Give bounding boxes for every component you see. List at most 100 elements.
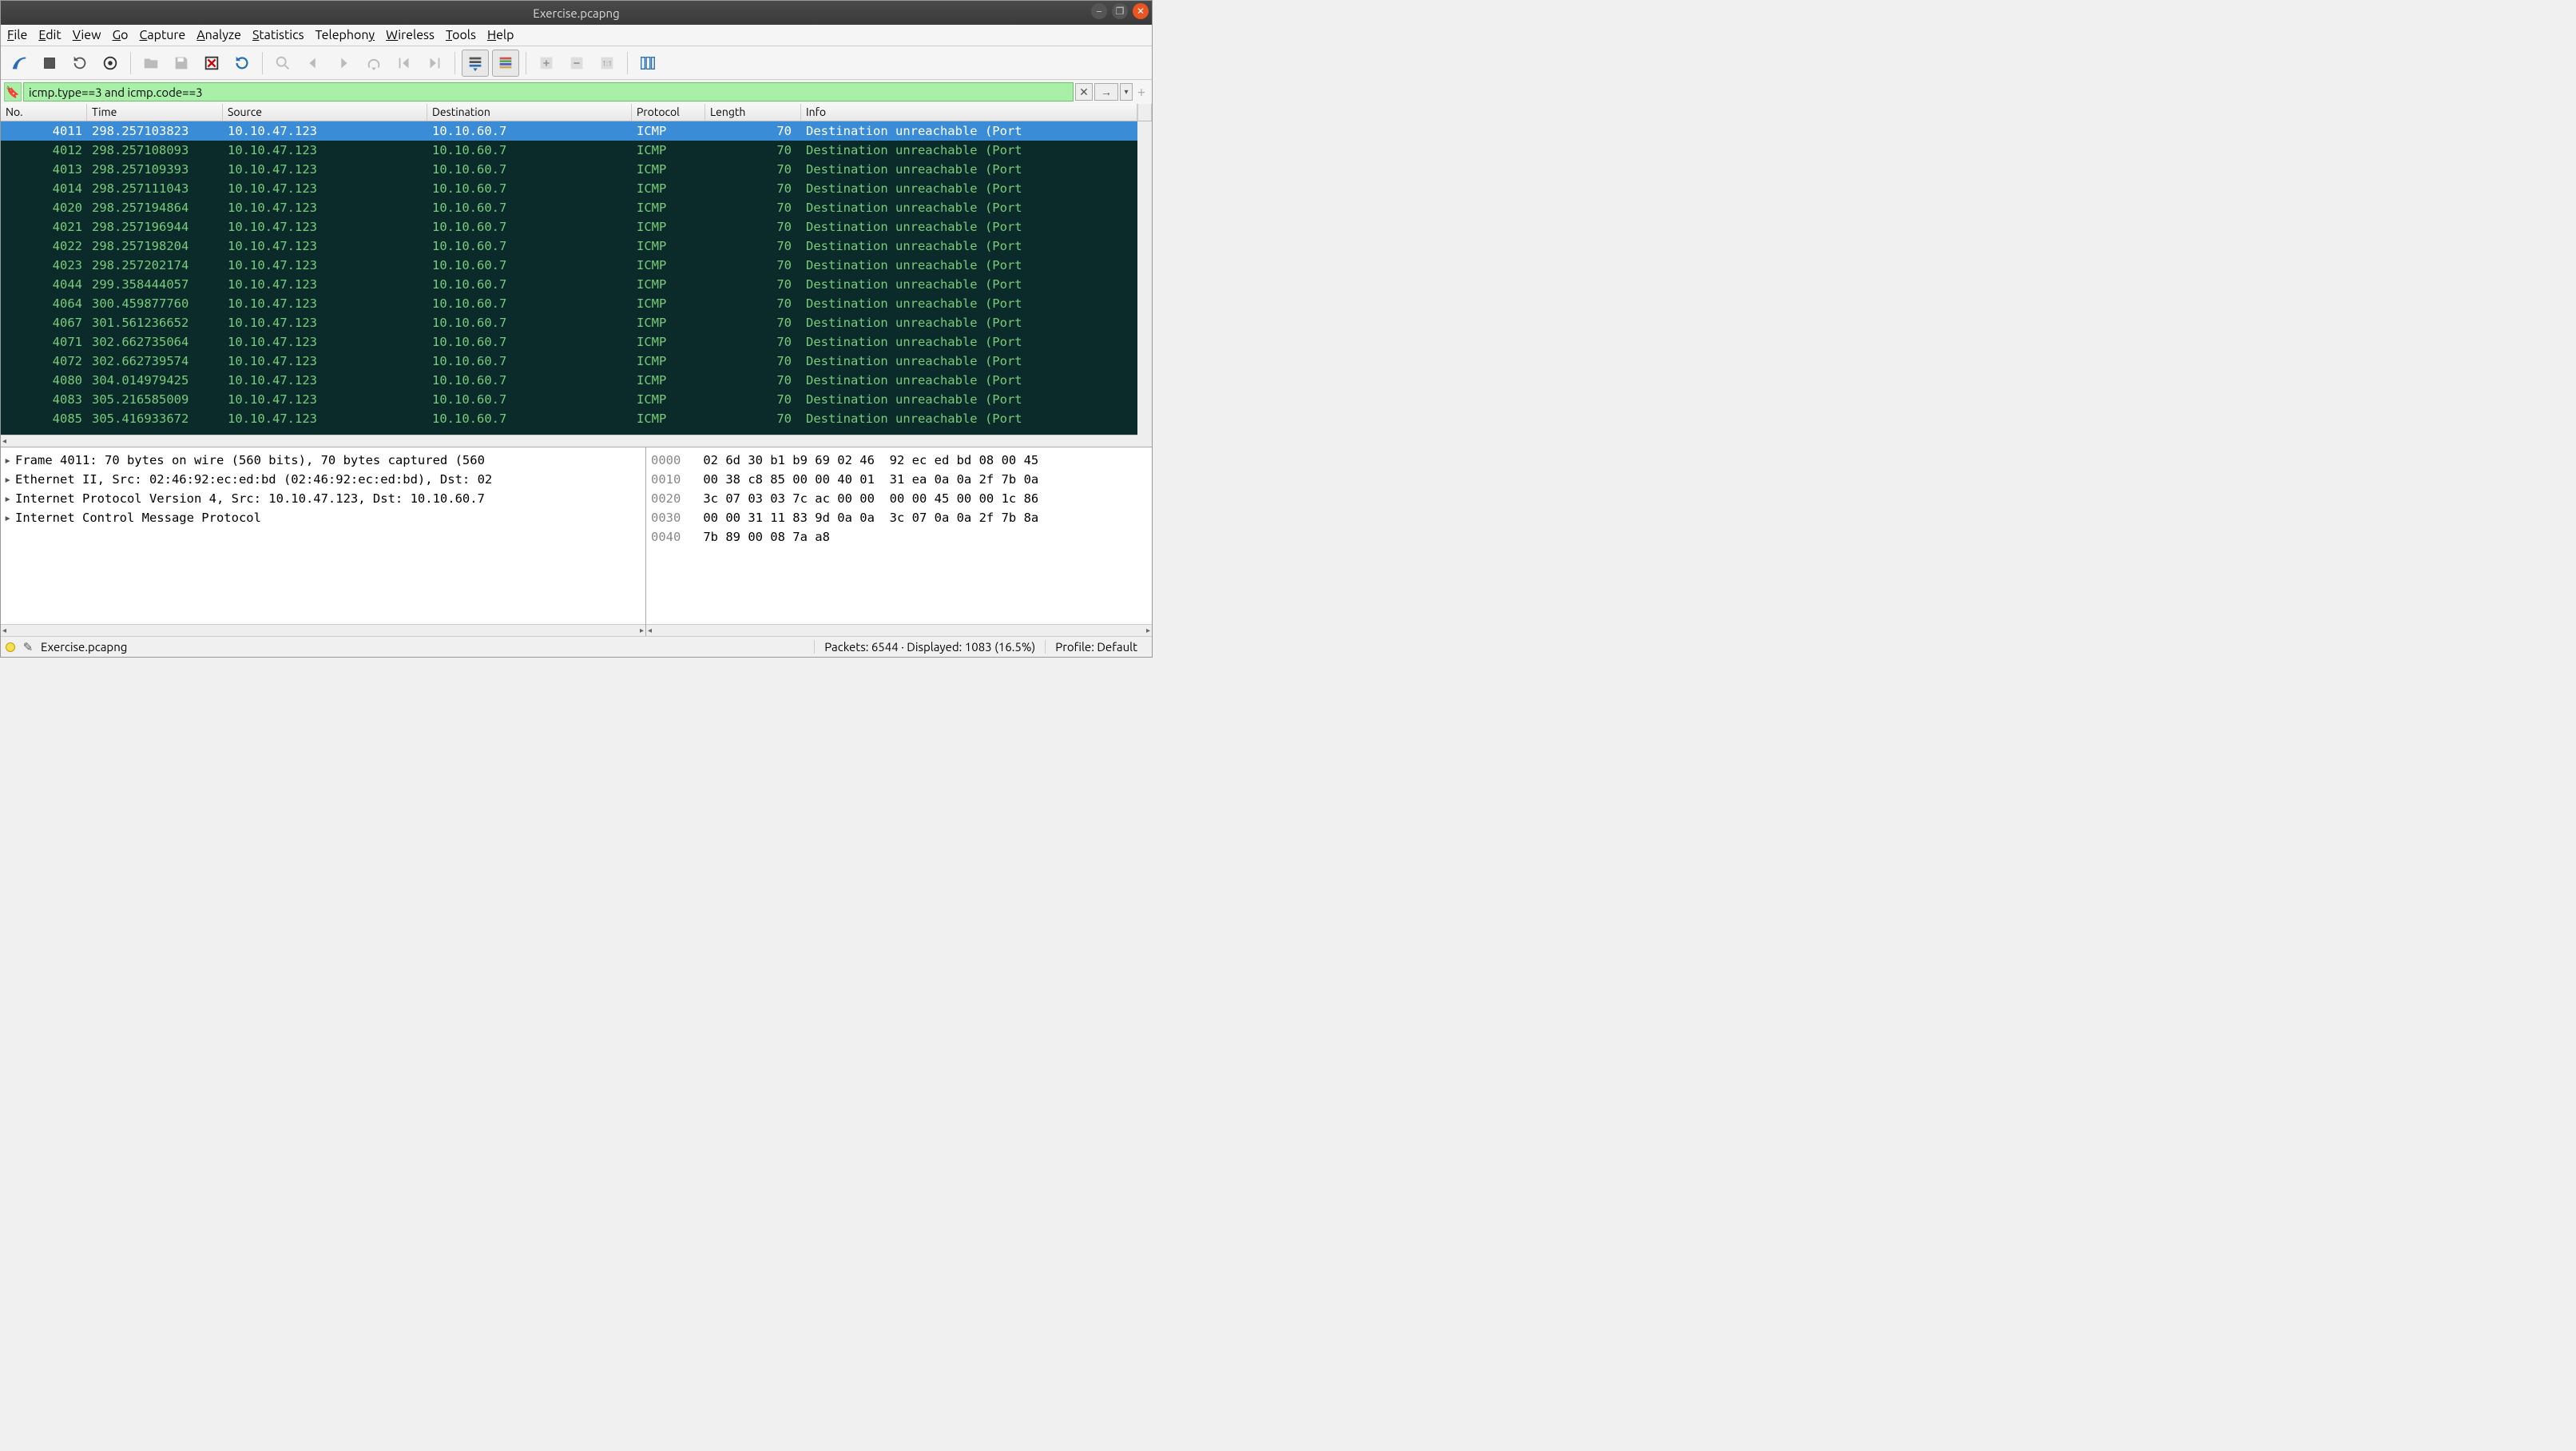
application-window: Exercise.pcapng – ❐ ✕ File Edit View Go … <box>0 0 1153 658</box>
colorize-packet-list-icon[interactable] <box>492 50 519 77</box>
packet-list-vscroll-head <box>1137 104 1152 121</box>
packet-row[interactable]: 4023298.25720217410.10.47.12310.10.60.7I… <box>1 256 1152 275</box>
packet-list-header: No. Time Source Destination Protocol Len… <box>1 104 1152 121</box>
status-profile-label[interactable]: Profile: Default <box>1045 640 1147 654</box>
titlebar: Exercise.pcapng – ❐ ✕ <box>1 1 1152 25</box>
packet-row[interactable]: 4071302.66273506410.10.47.12310.10.60.7I… <box>1 332 1152 352</box>
packet-list-vertical-scrollbar[interactable] <box>1137 121 1152 447</box>
packet-row[interactable]: 4044299.35844405710.10.47.12310.10.60.7I… <box>1 275 1152 294</box>
display-filter-input[interactable] <box>23 82 1074 101</box>
menu-tools[interactable]: Tools <box>446 28 476 42</box>
menu-telephony[interactable]: Telephony <box>316 28 375 42</box>
hex-row[interactable]: 0020 3c 07 03 03 7c ac 00 00 00 00 45 00… <box>651 489 1147 508</box>
menu-capture[interactable]: Capture <box>140 28 186 42</box>
minimize-button[interactable]: – <box>1091 3 1107 19</box>
find-packet-icon[interactable] <box>269 50 296 77</box>
packet-row[interactable]: 4085305.41693367210.10.47.12310.10.60.7I… <box>1 409 1152 428</box>
status-left: ✎ Exercise.pcapng <box>6 640 814 654</box>
hex-row[interactable]: 0010 00 38 c8 85 00 00 40 01 31 ea 0a 0a… <box>651 470 1147 489</box>
menu-edit[interactable]: Edit <box>38 28 61 42</box>
column-header-prot[interactable]: Protocol <box>632 104 705 121</box>
packet-list-pane: No. Time Source Destination Protocol Len… <box>1 104 1152 447</box>
menu-go[interactable]: Go <box>113 28 129 42</box>
packet-row[interactable]: 4064300.45987776010.10.47.12310.10.60.7I… <box>1 294 1152 313</box>
status-file-label: Exercise.pcapng <box>41 640 127 654</box>
open-file-icon[interactable] <box>137 50 165 77</box>
hex-row[interactable]: 0030 00 00 31 11 83 9d 0a 0a 3c 07 0a 0a… <box>651 508 1147 527</box>
menu-help[interactable]: Help <box>487 28 514 42</box>
packet-row[interactable]: 4067301.56123665210.10.47.12310.10.60.7I… <box>1 313 1152 332</box>
edit-icon[interactable]: ✎ <box>22 641 34 654</box>
details-horizontal-scrollbar[interactable]: ◂▸ <box>1 624 645 636</box>
column-header-time[interactable]: Time <box>87 104 223 121</box>
svg-text:1:1: 1:1 <box>602 58 613 67</box>
go-first-icon[interactable] <box>391 50 418 77</box>
toolbar-separator <box>130 52 131 74</box>
save-file-icon[interactable] <box>168 50 195 77</box>
packet-row[interactable]: 4022298.25719820410.10.47.12310.10.60.7I… <box>1 237 1152 256</box>
menu-file[interactable]: File <box>7 28 27 42</box>
tree-item[interactable]: ▸Ethernet II, Src: 02:46:92:ec:ed:bd (02… <box>4 470 642 489</box>
column-header-info[interactable]: Info <box>801 104 1137 121</box>
column-header-len[interactable]: Length <box>705 104 801 121</box>
window-controls: – ❐ ✕ <box>1091 3 1149 19</box>
packet-list-horizontal-scrollbar[interactable]: ◂▸ <box>1 435 1152 447</box>
resize-columns-icon[interactable] <box>634 50 661 77</box>
toolbar-separator <box>627 52 628 74</box>
bookmark-icon[interactable]: 🔖 <box>4 82 22 101</box>
column-header-no[interactable]: No. <box>1 104 87 121</box>
column-header-dst[interactable]: Destination <box>427 104 632 121</box>
packet-row[interactable]: 4012298.25710809310.10.47.12310.10.60.7I… <box>1 141 1152 160</box>
statusbar: ✎ Exercise.pcapng Packets: 6544 · Displa… <box>1 636 1152 657</box>
auto-scroll-icon[interactable] <box>462 50 489 77</box>
tree-item[interactable]: ▸Frame 4011: 70 bytes on wire (560 bits)… <box>4 451 642 470</box>
window-title: Exercise.pcapng <box>1 6 1152 20</box>
hex-row[interactable]: 0000 02 6d 30 b1 b9 69 02 46 92 ec ed bd… <box>651 451 1147 470</box>
apply-filter-icon[interactable]: → <box>1094 83 1118 101</box>
menu-view[interactable]: View <box>73 28 101 42</box>
packet-details-tree[interactable]: ▸Frame 4011: 70 bytes on wire (560 bits)… <box>1 447 645 624</box>
go-back-icon[interactable] <box>300 50 327 77</box>
packet-bytes-pane: 0000 02 6d 30 b1 b9 69 02 46 92 ec ed bd… <box>646 447 1152 636</box>
capture-options-icon[interactable] <box>97 50 124 77</box>
add-filter-button-icon[interactable]: + <box>1134 83 1149 101</box>
packet-row[interactable]: 4011298.25710382310.10.47.12310.10.60.7I… <box>1 121 1152 141</box>
packet-row[interactable]: 4080304.01497942510.10.47.12310.10.60.7I… <box>1 371 1152 390</box>
tree-item[interactable]: ▸Internet Protocol Version 4, Src: 10.10… <box>4 489 642 508</box>
shark-fin-icon[interactable] <box>6 50 33 77</box>
go-forward-icon[interactable] <box>330 50 357 77</box>
zoom-reset-icon[interactable]: 1:1 <box>593 50 621 77</box>
packet-list-body[interactable]: 4011298.25710382310.10.47.12310.10.60.7I… <box>1 121 1152 435</box>
go-to-packet-icon[interactable] <box>360 50 387 77</box>
packet-row[interactable]: 4020298.25719486410.10.47.12310.10.60.7I… <box>1 198 1152 217</box>
toolbar-separator <box>454 52 455 74</box>
close-file-icon[interactable] <box>198 50 225 77</box>
menu-statistics[interactable]: Statistics <box>252 28 304 42</box>
zoom-in-icon[interactable] <box>533 50 560 77</box>
tree-item[interactable]: ▸Internet Control Message Protocol <box>4 508 642 527</box>
packet-row[interactable]: 4072302.66273957410.10.47.12310.10.60.7I… <box>1 352 1152 371</box>
packet-row[interactable]: 4083305.21658500910.10.47.12310.10.60.7I… <box>1 390 1152 409</box>
bytes-horizontal-scrollbar[interactable]: ◂▸ <box>646 624 1152 636</box>
reload-file-icon[interactable] <box>228 50 256 77</box>
column-header-src[interactable]: Source <box>223 104 427 121</box>
maximize-button[interactable]: ❐ <box>1112 3 1128 19</box>
menu-wireless[interactable]: Wireless <box>386 28 435 42</box>
packet-row[interactable]: 4013298.25710939310.10.47.12310.10.60.7I… <box>1 160 1152 179</box>
detail-area: ▸Frame 4011: 70 bytes on wire (560 bits)… <box>1 447 1152 636</box>
packet-row[interactable]: 4014298.25711104310.10.47.12310.10.60.7I… <box>1 179 1152 198</box>
close-button[interactable]: ✕ <box>1133 3 1149 19</box>
toolbar-separator <box>262 52 263 74</box>
clear-filter-icon[interactable]: ✕ <box>1075 83 1093 101</box>
restart-capture-icon[interactable] <box>66 50 93 77</box>
packet-row[interactable]: 4021298.25719694410.10.47.12310.10.60.7I… <box>1 217 1152 237</box>
hex-row[interactable]: 0040 7b 89 00 08 7a a8 <box>651 527 1147 547</box>
filter-dropdown-icon[interactable]: ▾ <box>1120 83 1133 101</box>
status-packets-label: Packets: 6544 · Displayed: 1083 (16.5%) <box>814 640 1045 654</box>
stop-capture-icon[interactable] <box>36 50 63 77</box>
menu-analyze[interactable]: Analyze <box>196 28 241 42</box>
packet-bytes-hex[interactable]: 0000 02 6d 30 b1 b9 69 02 46 92 ec ed bd… <box>646 447 1152 624</box>
expert-info-icon[interactable] <box>6 642 15 652</box>
go-last-icon[interactable] <box>421 50 448 77</box>
zoom-out-icon[interactable] <box>563 50 590 77</box>
